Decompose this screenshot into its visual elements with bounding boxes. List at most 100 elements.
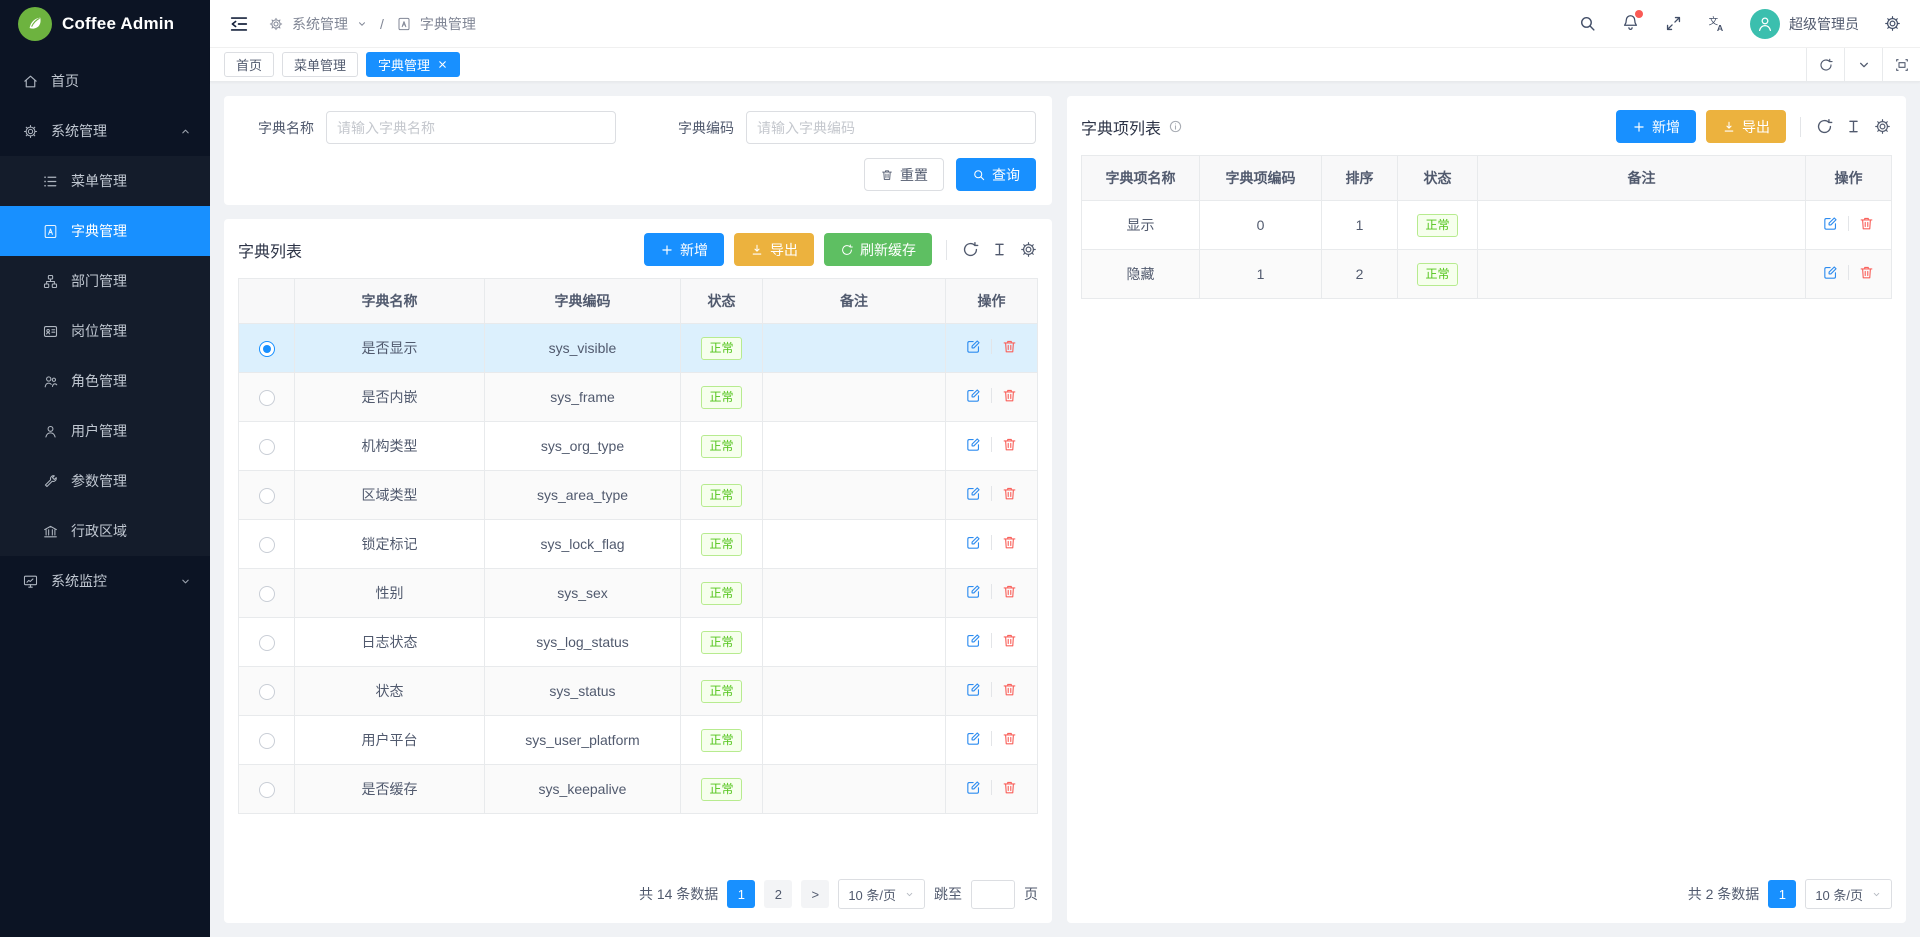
add-item-button[interactable]: 新增	[1616, 110, 1696, 143]
delete-icon[interactable]	[1001, 485, 1018, 502]
delete-icon[interactable]	[1001, 534, 1018, 551]
table-row[interactable]: 区域类型 sys_area_type 正常	[239, 471, 1038, 520]
page-button-1[interactable]: 1	[1768, 880, 1796, 908]
edit-icon[interactable]	[965, 338, 982, 355]
table-row[interactable]: 是否显示 sys_visible 正常	[239, 324, 1038, 373]
row-radio[interactable]	[259, 537, 275, 553]
table-row[interactable]: 显示 0 1 正常	[1082, 201, 1892, 250]
edit-icon[interactable]	[965, 779, 982, 796]
delete-icon[interactable]	[1001, 583, 1018, 600]
edit-icon[interactable]	[965, 681, 982, 698]
settings-gear-icon[interactable]	[1883, 14, 1902, 33]
close-icon[interactable]	[437, 59, 448, 70]
table-row[interactable]: 日志状态 sys_log_status 正常	[239, 618, 1038, 667]
next-page-button[interactable]: >	[801, 880, 829, 908]
delete-icon[interactable]	[1001, 632, 1018, 649]
refresh-tabs-button[interactable]	[1806, 48, 1844, 81]
column-settings-icon[interactable]	[1019, 240, 1038, 259]
table-row[interactable]: 是否内嵌 sys_frame 正常	[239, 373, 1038, 422]
sidebar-item-admin-region[interactable]: 行政区域	[0, 506, 210, 556]
sidebar-item-dept-mgmt[interactable]: 部门管理	[0, 256, 210, 306]
row-radio[interactable]	[259, 782, 275, 798]
page-button-2[interactable]: 2	[764, 880, 792, 908]
tab-options-button[interactable]	[1844, 48, 1882, 81]
delete-icon[interactable]	[1001, 779, 1018, 796]
export-button[interactable]: 导出	[734, 233, 814, 266]
home-icon	[22, 73, 39, 90]
dict-code-input[interactable]	[746, 111, 1036, 144]
edit-icon[interactable]	[965, 387, 982, 404]
sidebar-item-system-mgmt[interactable]: 系统管理	[0, 106, 210, 156]
table-row[interactable]: 用户平台 sys_user_platform 正常	[239, 716, 1038, 765]
sidebar-item-post-mgmt[interactable]: 岗位管理	[0, 306, 210, 356]
edit-icon[interactable]	[965, 632, 982, 649]
delete-icon[interactable]	[1858, 215, 1875, 232]
reset-button[interactable]: 重置	[864, 158, 944, 191]
table-row[interactable]: 状态 sys_status 正常	[239, 667, 1038, 716]
row-radio[interactable]	[259, 390, 275, 406]
sidebar-item-dict-mgmt[interactable]: 字典管理	[0, 206, 210, 256]
sidebar-item-role-mgmt[interactable]: 角色管理	[0, 356, 210, 406]
refresh-table-icon[interactable]	[1815, 117, 1834, 136]
fullscreen-icon[interactable]	[1664, 14, 1683, 33]
table-row[interactable]: 锁定标记 sys_lock_flag 正常	[239, 520, 1038, 569]
row-radio[interactable]	[259, 684, 275, 700]
row-radio[interactable]	[259, 341, 275, 357]
sidebar-item-system-monitor[interactable]: 系统监控	[0, 556, 210, 606]
edit-icon[interactable]	[1822, 264, 1839, 281]
tab-dict-mgmt[interactable]: 字典管理	[366, 52, 460, 77]
table-row[interactable]: 是否缓存 sys_keepalive 正常	[239, 765, 1038, 814]
sidebar-item-menu-mgmt[interactable]: 菜单管理	[0, 156, 210, 206]
row-height-icon[interactable]	[990, 240, 1009, 259]
page-size-select[interactable]: 10 条/页	[1805, 879, 1892, 909]
refresh-table-icon[interactable]	[961, 240, 980, 259]
remark	[763, 716, 946, 765]
row-radio[interactable]	[259, 488, 275, 504]
jump-page-input[interactable]	[971, 880, 1015, 909]
column-settings-icon[interactable]	[1873, 117, 1892, 136]
status-badge: 正常	[1417, 263, 1457, 286]
sidebar-item-home[interactable]: 首页	[0, 56, 210, 106]
delete-icon[interactable]	[1001, 387, 1018, 404]
page-size-select[interactable]: 10 条/页	[838, 879, 925, 909]
status-badge: 正常	[701, 533, 741, 556]
dict-code: sys_log_status	[485, 618, 681, 667]
refresh-cache-button[interactable]: 刷新缓存	[824, 233, 932, 266]
edit-icon[interactable]	[965, 485, 982, 502]
info-icon[interactable]	[1168, 119, 1183, 134]
sidebar-collapse-icon[interactable]	[228, 13, 250, 35]
user-menu[interactable]: 超级管理员	[1750, 9, 1859, 39]
maximize-content-button[interactable]	[1882, 48, 1920, 81]
row-radio[interactable]	[259, 733, 275, 749]
dict-name-input[interactable]	[326, 111, 616, 144]
delete-icon[interactable]	[1001, 338, 1018, 355]
delete-icon[interactable]	[1858, 264, 1875, 281]
table-row[interactable]: 隐藏 1 2 正常	[1082, 250, 1892, 299]
edit-icon[interactable]	[965, 436, 982, 453]
page-button-1[interactable]: 1	[727, 880, 755, 908]
delete-icon[interactable]	[1001, 436, 1018, 453]
row-height-icon[interactable]	[1844, 117, 1863, 136]
breadcrumb-item-system[interactable]: 系统管理	[292, 14, 348, 34]
tab-home[interactable]: 首页	[224, 52, 274, 77]
sidebar-item-param-mgmt[interactable]: 参数管理	[0, 456, 210, 506]
row-radio[interactable]	[259, 586, 275, 602]
edit-icon[interactable]	[965, 730, 982, 747]
delete-icon[interactable]	[1001, 730, 1018, 747]
table-row[interactable]: 机构类型 sys_org_type 正常	[239, 422, 1038, 471]
row-radio[interactable]	[259, 439, 275, 455]
tab-menu-mgmt[interactable]: 菜单管理	[282, 52, 358, 77]
edit-icon[interactable]	[965, 534, 982, 551]
translate-icon[interactable]	[1707, 14, 1726, 33]
edit-icon[interactable]	[1822, 215, 1839, 232]
search-icon[interactable]	[1578, 14, 1597, 33]
add-button[interactable]: 新增	[644, 233, 724, 266]
edit-icon[interactable]	[965, 583, 982, 600]
table-row[interactable]: 性别 sys_sex 正常	[239, 569, 1038, 618]
export-items-button[interactable]: 导出	[1706, 110, 1786, 143]
notifications-button[interactable]	[1621, 13, 1640, 35]
row-radio[interactable]	[259, 635, 275, 651]
delete-icon[interactable]	[1001, 681, 1018, 698]
sidebar-item-user-mgmt[interactable]: 用户管理	[0, 406, 210, 456]
query-button[interactable]: 查询	[956, 158, 1036, 191]
